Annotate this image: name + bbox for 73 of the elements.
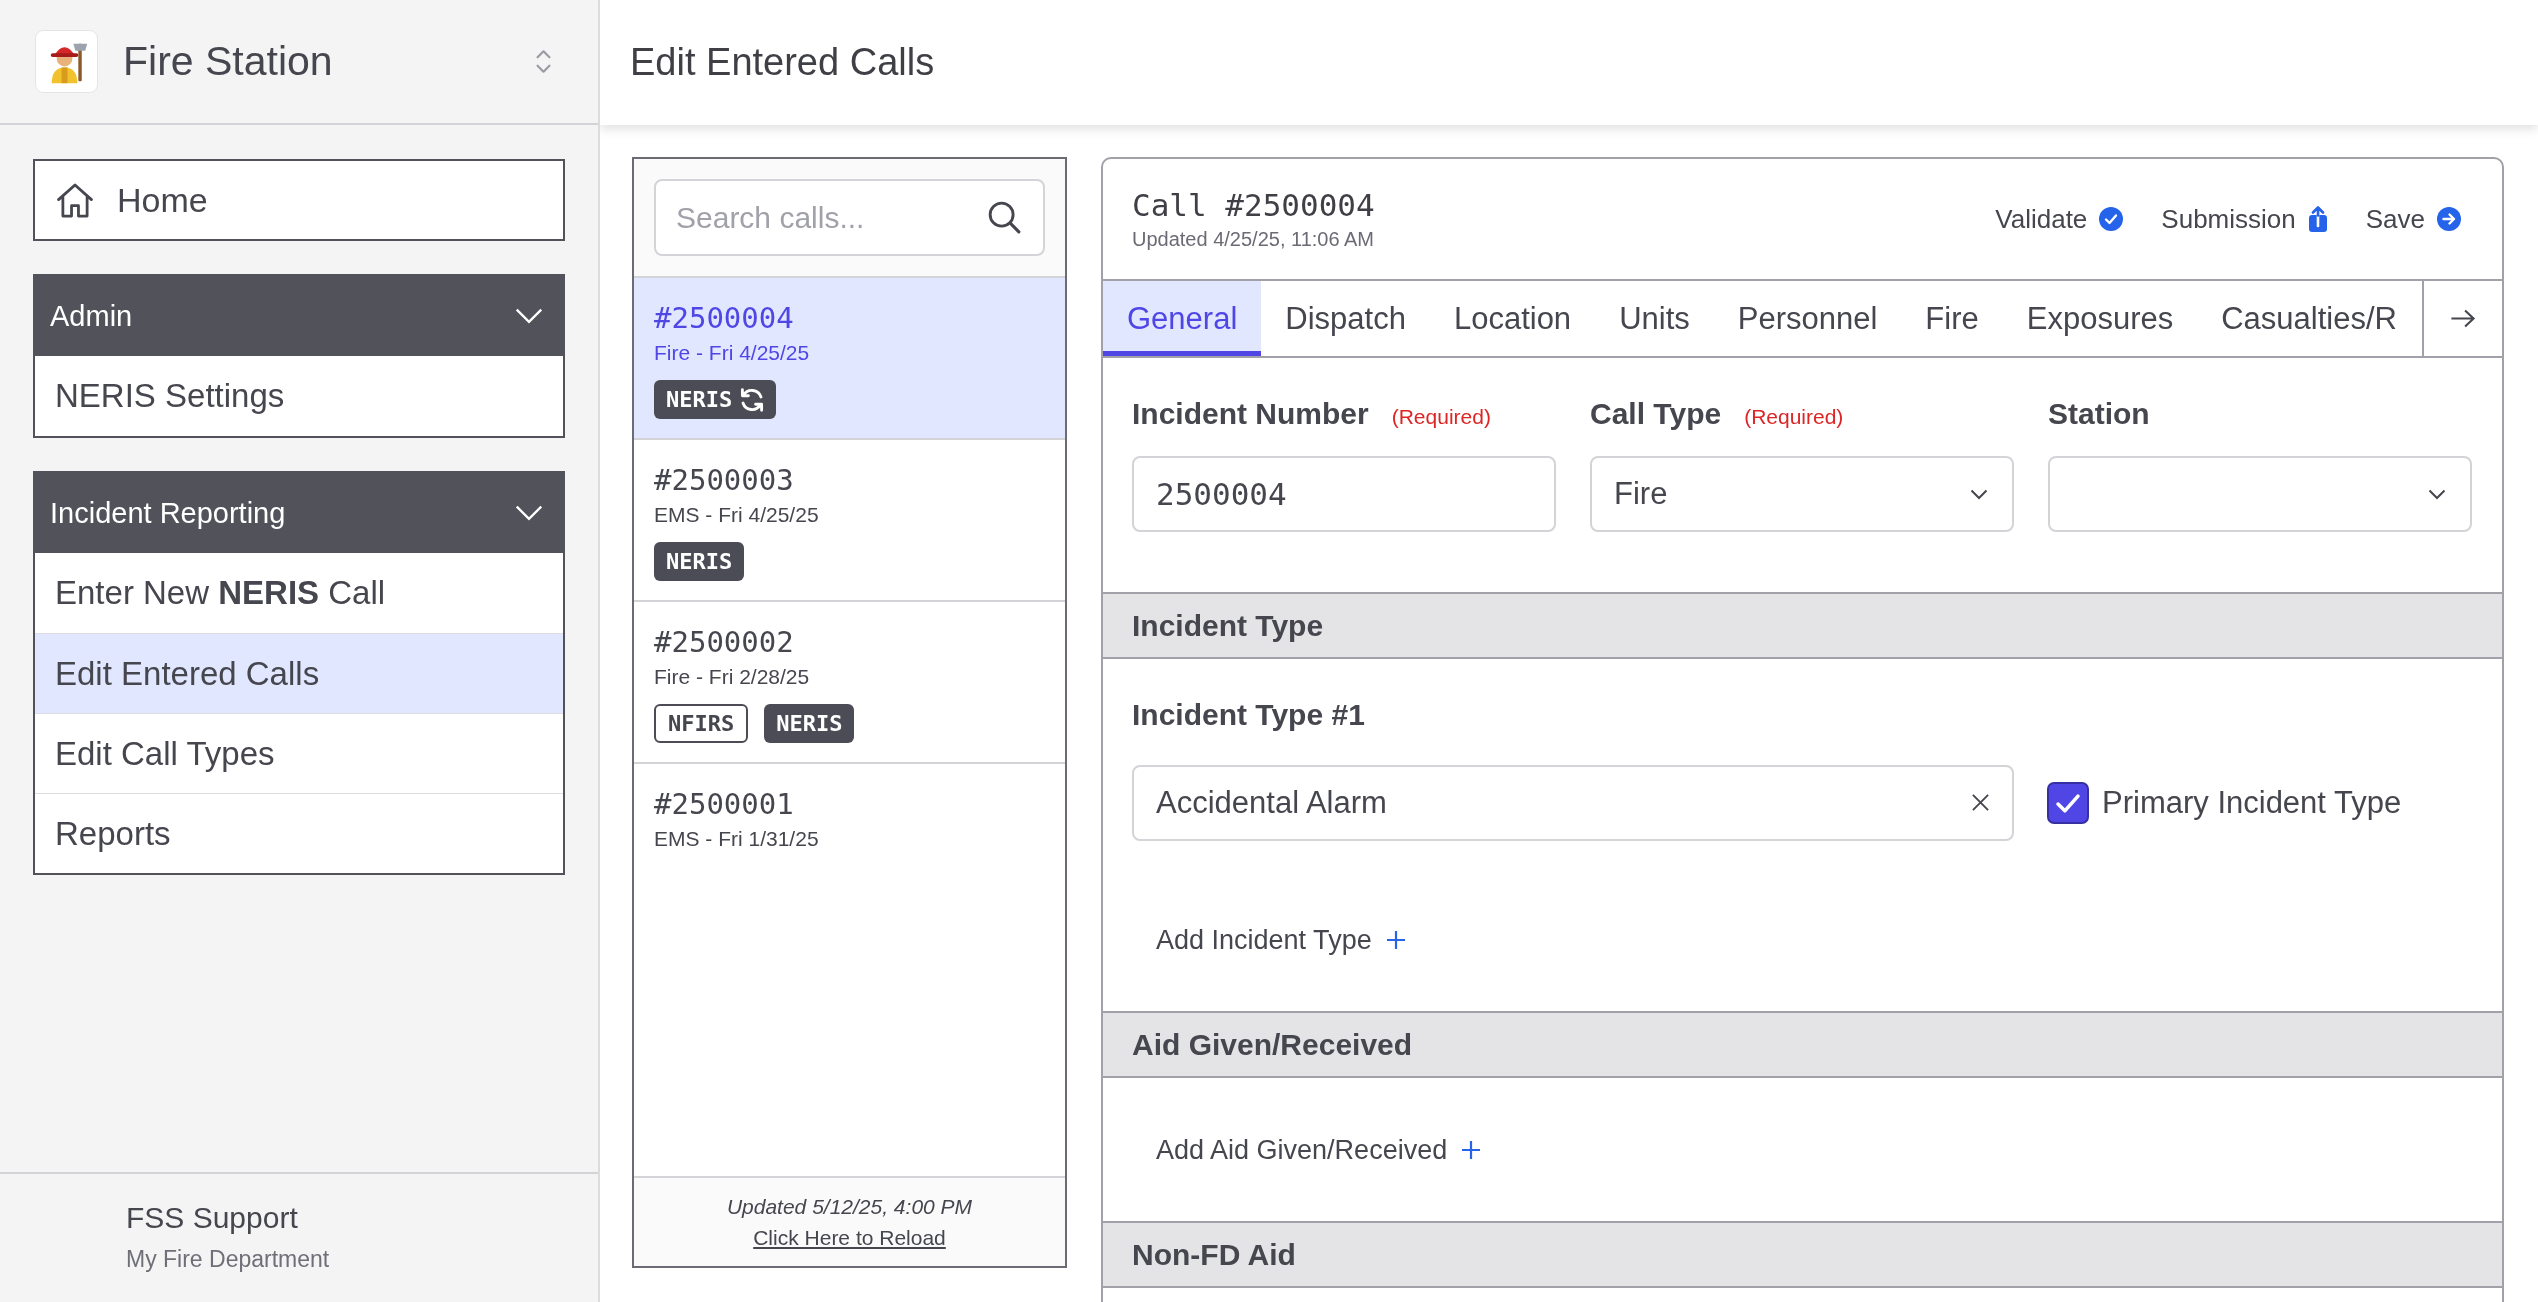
chevron-down-icon: [1970, 488, 1988, 500]
field-label: Call Type: [1590, 396, 1722, 432]
upload-icon: [2307, 206, 2328, 232]
field-label: Station: [2048, 396, 2150, 432]
select-field[interactable]: [2048, 456, 2472, 532]
incident-type-field[interactable]: Accidental Alarm: [1132, 765, 2014, 841]
select-field[interactable]: Fire: [1590, 456, 2014, 532]
tab[interactable]: Exposures: [2002, 281, 2198, 356]
call-list-item[interactable]: #2500004 Fire - Fri 4/25/25 NERIS: [634, 278, 1065, 440]
chevron-down-icon: [2428, 488, 2446, 500]
call-list-item[interactable]: #2500001 EMS - Fri 1/31/25: [634, 764, 1065, 873]
section-header: Aid Given/Received: [1103, 1011, 2502, 1078]
nav-item[interactable]: Edit Entered Calls: [35, 633, 563, 713]
call-number: #2500001: [654, 786, 795, 823]
call-list-item[interactable]: #2500003 EMS - Fri 4/25/25 NERIS: [634, 440, 1065, 602]
call-summary: EMS - Fri 1/31/25: [654, 826, 820, 852]
tab[interactable]: Location: [1429, 281, 1596, 356]
tab[interactable]: General: [1103, 281, 1262, 356]
validate-button[interactable]: Validate: [1995, 203, 2124, 235]
field-label: Incident Number: [1132, 396, 1369, 432]
call-title: Call #2500004: [1132, 186, 1375, 225]
close-icon[interactable]: [1971, 793, 1990, 812]
tab[interactable]: Personnel: [1713, 281, 1902, 356]
home-icon: [57, 182, 93, 218]
call-updated-text: Updated 4/25/25, 11:06 AM: [1132, 227, 1375, 252]
sync-icon: [740, 387, 765, 412]
app-title: Fire Station: [123, 38, 333, 85]
last-updated-text: Updated 5/12/25, 4:00 PM: [726, 1194, 973, 1220]
report-badge: NERIS: [764, 704, 855, 743]
report-badge: NERIS: [654, 542, 745, 581]
add-item-button[interactable]: Add Aid Given/Received: [1156, 1132, 1482, 1168]
checkbox[interactable]: [2047, 782, 2089, 824]
nav-group-header[interactable]: Admin: [35, 276, 563, 356]
organization-name: My Fire Department: [126, 1245, 330, 1274]
call-number: #2500003: [654, 462, 795, 499]
checkbox-label: Primary Incident Type: [2102, 785, 2402, 821]
page-title: Edit Entered Calls: [630, 41, 935, 84]
add-item-button[interactable]: Add Incident Type: [1156, 922, 1406, 958]
tab[interactable]: Fire: [1901, 281, 2003, 356]
section-header: Non-FD Aid: [1103, 1221, 2502, 1288]
field-label: Incident Type #1: [1132, 697, 1365, 733]
call-summary: Fire - Fri 4/25/25: [654, 340, 811, 366]
arrow-right-circle-icon: [2437, 207, 2461, 231]
tab[interactable]: Dispatch: [1261, 281, 1430, 356]
required-note: (Required): [1391, 405, 1491, 429]
call-number: #2500004: [654, 300, 795, 337]
report-badge: NFIRS: [654, 704, 749, 743]
reload-link[interactable]: Click Here to Reload: [753, 1222, 946, 1253]
text-input[interactable]: 2500004: [1132, 456, 1556, 532]
section-header: Incident Type: [1103, 592, 2502, 659]
search-field[interactable]: Search calls...: [654, 179, 1045, 256]
plus-icon: [1461, 1140, 1482, 1160]
chevron-down-icon: [515, 308, 543, 324]
submission-button[interactable]: Submission: [2161, 203, 2328, 235]
firefighter-icon: [35, 30, 98, 93]
user-name: FSS Support: [126, 1200, 298, 1236]
call-number: #2500002: [654, 624, 795, 661]
nav-group-header[interactable]: Incident Reporting: [35, 473, 563, 553]
plus-icon: [1385, 930, 1406, 950]
chevron-down-icon: [515, 505, 543, 521]
badge-text: NERIS: [666, 387, 733, 412]
tab[interactable]: Units: [1595, 281, 1714, 356]
call-list-item[interactable]: #2500002 Fire - Fri 2/28/25 NFIRS NERIS: [634, 602, 1065, 764]
tab[interactable]: Casualties/R: [2197, 281, 2421, 356]
search-icon[interactable]: [988, 201, 1021, 234]
arrow-right-icon: [2450, 309, 2476, 328]
required-note: (Required): [1744, 405, 1844, 429]
check-circle-icon: [2099, 207, 2124, 231]
home-nav-item[interactable]: Home: [33, 159, 565, 241]
save-button[interactable]: Save: [2365, 203, 2461, 235]
check-icon: [2055, 792, 2081, 814]
call-summary: Fire - Fri 2/28/25: [654, 664, 811, 690]
call-summary: EMS - Fri 4/25/25: [654, 502, 820, 528]
